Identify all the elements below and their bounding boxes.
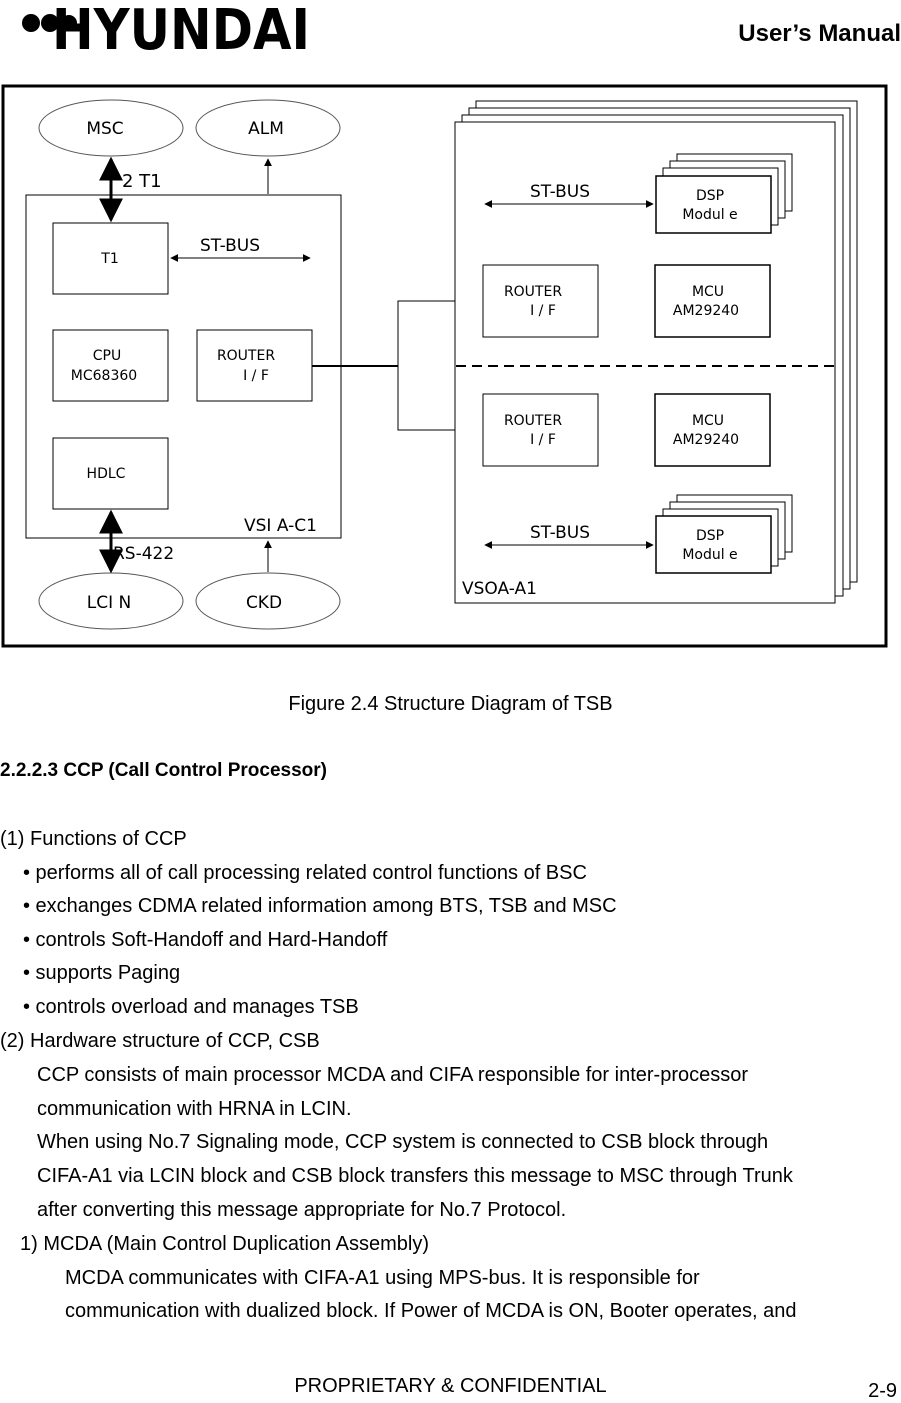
vsia-router-block	[196, 329, 313, 402]
vsoa-router-bottom-label-2: I / F	[530, 432, 556, 448]
hardware-text: CCP consists of main processor MCDA and …	[37, 1064, 749, 1086]
hardware-title: (2) Hardware structure of CCP, CSB	[0, 1030, 320, 1052]
vsoa-router-bottom-label-1: ROUTER	[504, 413, 562, 429]
dsp-module-top	[655, 175, 772, 234]
dsp-bottom-label-2: Modul e	[682, 547, 737, 563]
hardware-text: When using No.7 Signaling mode, CCP syst…	[37, 1131, 769, 1153]
section-heading: 2.2.2.3 CCP (Call Control Processor)	[0, 760, 327, 781]
dsp-top-label-2: Modul e	[682, 207, 737, 223]
hdlc-label: HDLC	[87, 466, 126, 482]
msc-t1-link-label: 2 T1	[122, 171, 162, 192]
vsoa-label: VSOA-A1	[462, 579, 537, 599]
tsb-structure-diagram: MSC ALM LCI N CKD VSI A-C1 T1 CPU MC6836…	[1, 84, 888, 648]
dsp-module-bottom	[655, 515, 772, 574]
dsp-bottom-label-1: DSP	[696, 528, 724, 544]
dsp-top-label-1: DSP	[696, 188, 724, 204]
hardware-text: communication with HRNA in LCIN.	[37, 1098, 352, 1120]
hardware-text: CIFA-A1 via LCIN block and CSB block tra…	[37, 1165, 793, 1187]
vsia-label: VSI A-C1	[244, 516, 317, 536]
footer-confidential: PROPRIETARY & CONFIDENTIAL	[294, 1375, 607, 1397]
t1-label: T1	[100, 251, 118, 267]
alm-label: ALM	[248, 119, 284, 139]
mcu-bottom-label-2: AM29240	[673, 432, 739, 448]
vsia-board	[25, 194, 342, 539]
vsia-router-label-1: ROUTER	[217, 348, 275, 364]
function-item: • controls overload and manages TSB	[23, 996, 359, 1018]
st-bus-left-label: ST-BUS	[200, 236, 260, 256]
hyundai-logo: HYUNDAI	[22, 0, 310, 52]
rs422-label: RS-422	[113, 544, 174, 564]
mcda-text: communication with dualized block. If Po…	[65, 1300, 797, 1322]
function-item: • supports Paging	[23, 962, 181, 984]
cpu-label-1: CPU	[93, 348, 121, 364]
cpu-block	[52, 329, 169, 402]
mcu-top-label-1: MCU	[692, 284, 724, 300]
manual-title: User’s Manual	[738, 20, 901, 47]
vsoa-router-top-label-1: ROUTER	[504, 284, 562, 300]
figure-caption: Figure 2.4 Structure Diagram of TSB	[288, 693, 613, 715]
logo-text: HYUNDAI	[52, 0, 310, 52]
vsoa-router-top-label-2: I / F	[530, 303, 556, 319]
cpu-label-2: MC68360	[71, 368, 137, 384]
mcda-title: 1) MCDA (Main Control Duplication Assemb…	[20, 1233, 430, 1255]
st-bus-right-bottom-label: ST-BUS	[530, 523, 590, 543]
page-number: 2-9	[868, 1380, 897, 1402]
hardware-text: after converting this message appropriat…	[37, 1199, 567, 1221]
ckd-label: CKD	[246, 593, 282, 613]
msc-label: MSC	[86, 119, 123, 139]
lcin-label: LCI N	[87, 593, 131, 613]
mcu-top-label-2: AM29240	[673, 303, 739, 319]
mcu-bottom-label-1: MCU	[692, 413, 724, 429]
function-item: • exchanges CDMA related information amo…	[23, 895, 617, 917]
logo-dot-icon	[22, 14, 40, 32]
vsia-router-label-2: I / F	[243, 368, 269, 384]
st-bus-right-top-label: ST-BUS	[530, 182, 590, 202]
function-item: • performs all of call processing relate…	[23, 862, 587, 884]
function-item: • controls Soft-Handoff and Hard-Handoff	[23, 929, 388, 951]
functions-title: (1) Functions of CCP	[0, 828, 187, 850]
mcda-text: MCDA communicates with CIFA-A1 using MPS…	[65, 1267, 700, 1289]
